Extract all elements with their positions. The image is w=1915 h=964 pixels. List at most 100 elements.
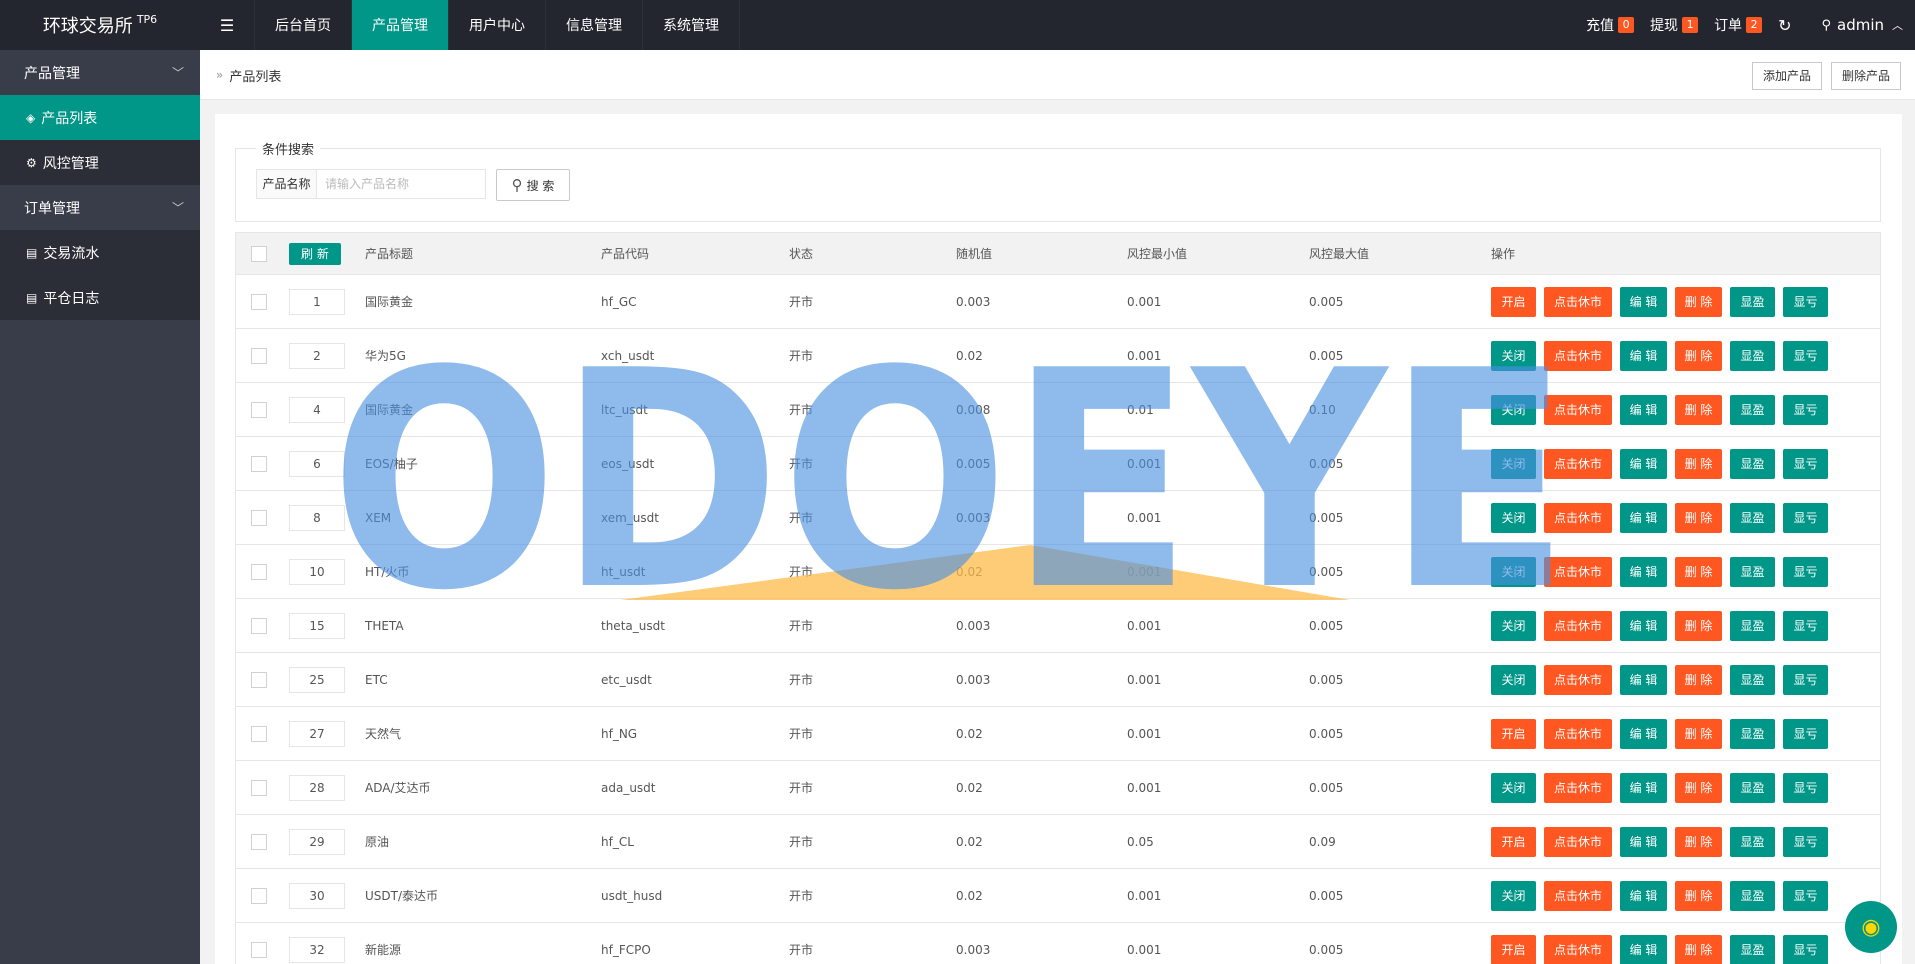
show-profit-button[interactable]: 显盈 — [1730, 286, 1775, 317]
pause-market-button[interactable]: 点击休市 — [1544, 934, 1612, 964]
delete-button[interactable]: 删 除 — [1675, 502, 1722, 533]
refresh-icon[interactable]: ↻ — [1778, 16, 1791, 35]
toggle-button[interactable]: 关闭 — [1491, 664, 1536, 695]
show-profit-button[interactable]: 显盈 — [1730, 610, 1775, 641]
pause-market-button[interactable]: 点击休市 — [1544, 610, 1612, 641]
nav-users[interactable]: 用户中心 — [449, 0, 546, 50]
pause-market-button[interactable]: 点击休市 — [1544, 340, 1612, 371]
show-loss-button[interactable]: 显亏 — [1783, 934, 1828, 964]
withdraw-link[interactable]: 提现 1 — [1650, 15, 1699, 35]
edit-button[interactable]: 编 辑 — [1620, 340, 1667, 371]
show-loss-button[interactable]: 显亏 — [1783, 448, 1828, 479]
row-checkbox[interactable] — [251, 725, 267, 742]
delete-button[interactable]: 删 除 — [1675, 664, 1722, 695]
sort-input[interactable]: 1 — [289, 288, 345, 315]
pause-market-button[interactable]: 点击休市 — [1544, 502, 1612, 533]
pause-market-button[interactable]: 点击休市 — [1544, 394, 1612, 425]
delete-button[interactable]: 删 除 — [1675, 448, 1722, 479]
row-checkbox[interactable] — [251, 401, 267, 418]
sort-input[interactable]: 15 — [289, 612, 345, 639]
delete-button[interactable]: 删 除 — [1675, 610, 1722, 641]
sort-input[interactable]: 30 — [289, 882, 345, 909]
row-checkbox[interactable] — [251, 617, 267, 634]
show-profit-button[interactable]: 显盈 — [1730, 664, 1775, 695]
row-checkbox[interactable] — [251, 941, 267, 958]
toggle-button[interactable]: 关闭 — [1491, 394, 1536, 425]
orders-link[interactable]: 订单 2 — [1714, 15, 1763, 35]
sort-input[interactable]: 28 — [289, 774, 345, 801]
edit-button[interactable]: 编 辑 — [1620, 286, 1667, 317]
edit-button[interactable]: 编 辑 — [1620, 934, 1667, 964]
show-profit-button[interactable]: 显盈 — [1730, 718, 1775, 749]
sort-input[interactable]: 10 — [289, 558, 345, 585]
row-checkbox[interactable] — [251, 563, 267, 580]
show-loss-button[interactable]: 显亏 — [1783, 718, 1828, 749]
pause-market-button[interactable]: 点击休市 — [1544, 556, 1612, 587]
select-all-checkbox[interactable] — [251, 245, 267, 262]
sort-input[interactable]: 25 — [289, 666, 345, 693]
sort-input[interactable]: 8 — [289, 504, 345, 531]
delete-button[interactable]: 删 除 — [1675, 556, 1722, 587]
sort-input[interactable]: 32 — [289, 936, 345, 963]
show-profit-button[interactable]: 显盈 — [1730, 340, 1775, 371]
toggle-button[interactable]: 开启 — [1491, 934, 1536, 964]
show-loss-button[interactable]: 显亏 — [1783, 826, 1828, 857]
refresh-button[interactable]: 刷 新 — [289, 242, 341, 265]
toggle-button[interactable]: 开启 — [1491, 718, 1536, 749]
app-logo[interactable]: 环球交易所 TP6 — [0, 0, 200, 50]
show-profit-button[interactable]: 显盈 — [1730, 448, 1775, 479]
edit-button[interactable]: 编 辑 — [1620, 448, 1667, 479]
recharge-link[interactable]: 充值 0 — [1586, 15, 1635, 35]
row-checkbox[interactable] — [251, 833, 267, 850]
show-loss-button[interactable]: 显亏 — [1783, 772, 1828, 803]
sidebar-group-orders[interactable]: 订单管理 ﹀ — [0, 185, 200, 230]
search-button[interactable]: ⚲ 搜 索 — [496, 169, 570, 201]
sidebar-group-products[interactable]: 产品管理 ﹀ — [0, 50, 200, 95]
toggle-button[interactable]: 开启 — [1491, 826, 1536, 857]
show-profit-button[interactable]: 显盈 — [1730, 826, 1775, 857]
show-profit-button[interactable]: 显盈 — [1730, 394, 1775, 425]
sidebar-item-risk-control[interactable]: ⚙ 风控管理 — [0, 140, 200, 185]
toggle-button[interactable]: 开启 — [1491, 286, 1536, 317]
pause-market-button[interactable]: 点击休市 — [1544, 826, 1612, 857]
row-checkbox[interactable] — [251, 509, 267, 526]
row-checkbox[interactable] — [251, 779, 267, 796]
delete-product-button[interactable]: 删除产品 — [1831, 62, 1902, 90]
pause-market-button[interactable]: 点击休市 — [1544, 664, 1612, 695]
toggle-button[interactable]: 关闭 — [1491, 880, 1536, 911]
show-loss-button[interactable]: 显亏 — [1783, 610, 1828, 641]
sort-input[interactable]: 29 — [289, 828, 345, 855]
delete-button[interactable]: 删 除 — [1675, 826, 1722, 857]
edit-button[interactable]: 编 辑 — [1620, 610, 1667, 641]
pause-market-button[interactable]: 点击休市 — [1544, 772, 1612, 803]
row-checkbox[interactable] — [251, 293, 267, 310]
show-profit-button[interactable]: 显盈 — [1730, 880, 1775, 911]
nav-info[interactable]: 信息管理 — [546, 0, 643, 50]
edit-button[interactable]: 编 辑 — [1620, 664, 1667, 695]
sidebar-item-product-list[interactable]: ◈ 产品列表 — [0, 95, 200, 140]
sort-input[interactable]: 4 — [289, 396, 345, 423]
edit-button[interactable]: 编 辑 — [1620, 772, 1667, 803]
edit-button[interactable]: 编 辑 — [1620, 718, 1667, 749]
delete-button[interactable]: 删 除 — [1675, 880, 1722, 911]
delete-button[interactable]: 删 除 — [1675, 394, 1722, 425]
show-loss-button[interactable]: 显亏 — [1783, 556, 1828, 587]
show-profit-button[interactable]: 显盈 — [1730, 502, 1775, 533]
show-profit-button[interactable]: 显盈 — [1730, 934, 1775, 964]
delete-button[interactable]: 删 除 — [1675, 772, 1722, 803]
edit-button[interactable]: 编 辑 — [1620, 502, 1667, 533]
toggle-button[interactable]: 关闭 — [1491, 610, 1536, 641]
row-checkbox[interactable] — [251, 455, 267, 472]
sort-input[interactable]: 6 — [289, 450, 345, 477]
toggle-button[interactable]: 关闭 — [1491, 556, 1536, 587]
sort-input[interactable]: 2 — [289, 342, 345, 369]
show-loss-button[interactable]: 显亏 — [1783, 340, 1828, 371]
add-product-button[interactable]: 添加产品 — [1752, 62, 1823, 90]
pause-market-button[interactable]: 点击休市 — [1544, 448, 1612, 479]
show-profit-button[interactable]: 显盈 — [1730, 556, 1775, 587]
toggle-button[interactable]: 关闭 — [1491, 340, 1536, 371]
toggle-button[interactable]: 关闭 — [1491, 772, 1536, 803]
edit-button[interactable]: 编 辑 — [1620, 394, 1667, 425]
row-checkbox[interactable] — [251, 347, 267, 364]
show-loss-button[interactable]: 显亏 — [1783, 502, 1828, 533]
